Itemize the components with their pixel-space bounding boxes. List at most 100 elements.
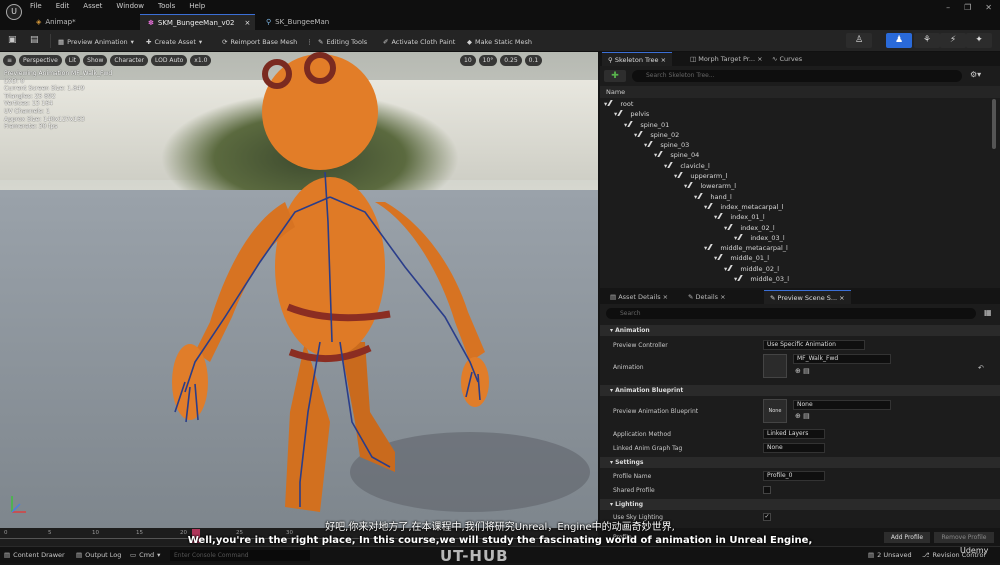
tab-skeleton-tree[interactable]: ⚲ Skeleton Tree × <box>602 52 673 66</box>
bone-row[interactable]: ▾ hand_l <box>604 192 994 202</box>
bone-name: index_01_l <box>730 213 765 222</box>
use-selected-icon[interactable]: ⊕ ▤ <box>795 412 810 420</box>
preview-animation-button[interactable]: ▦ Preview Animation ▾ <box>58 35 134 48</box>
unsaved-button[interactable]: ▤ 2 Unsaved <box>868 551 912 559</box>
save-icon[interactable]: ▣ <box>8 35 17 45</box>
bone-row[interactable]: ▾ middle_02_l <box>604 264 994 274</box>
maximize-icon[interactable]: ❐ <box>964 3 971 12</box>
bone-row[interactable]: ▾ spine_01 <box>604 120 994 130</box>
details-search-input[interactable]: Search <box>606 308 976 319</box>
animation-thumbnail[interactable] <box>763 354 787 378</box>
preview-viewport[interactable]: ≡ Perspective Lit Show Character LOD Aut… <box>0 52 598 528</box>
menu-file[interactable]: File <box>30 2 42 10</box>
gear-icon[interactable]: ⚙▾ <box>970 70 981 79</box>
blueprint-thumbnail[interactable]: None <box>763 399 787 423</box>
physics-mode-button[interactable]: ✦ <box>966 33 992 48</box>
create-icon: ✚ <box>146 37 152 46</box>
bone-row[interactable]: ▾ upperarm_l <box>604 171 994 181</box>
camera-speed-button[interactable]: 0.1 <box>524 55 543 66</box>
tab-skm-bungeeman[interactable]: ✽ SKM_BungeeMan_v02 × <box>140 14 255 30</box>
menu-help[interactable]: Help <box>189 2 205 10</box>
menu-tools[interactable]: Tools <box>158 2 175 10</box>
search-placeholder: Search <box>620 310 641 317</box>
make-static-mesh-button[interactable]: ◆ Make Static Mesh <box>467 35 532 48</box>
reset-arrow-icon[interactable]: ↶ <box>978 364 984 372</box>
close-window-icon[interactable]: ✕ <box>985 3 992 12</box>
output-log-button[interactable]: ▤ Output Log <box>76 551 121 559</box>
minimize-icon[interactable]: – <box>946 3 950 12</box>
bone-row[interactable]: ▾ index_03_l <box>604 233 994 243</box>
scrollbar[interactable] <box>992 99 996 149</box>
profile-name-field[interactable]: Profile_0 <box>763 471 825 481</box>
use-selected-icon[interactable]: ⊕ ▤ <box>795 367 810 375</box>
category-lighting[interactable]: ▾ Lighting <box>600 499 1000 510</box>
tab-asset-details[interactable]: ▤ Asset Details × <box>604 290 674 304</box>
menu-window[interactable]: Window <box>116 2 144 10</box>
mesh-mode-button[interactable]: ♟ <box>886 33 912 48</box>
rotation-snap-button[interactable]: 10° <box>478 55 498 66</box>
perspective-button[interactable]: Perspective <box>19 55 62 66</box>
blueprint-mode-button[interactable]: ⚡ <box>940 33 966 48</box>
bone-row[interactable]: ▾ root <box>604 99 994 109</box>
cmd-dropdown[interactable]: ▭ Cmd ▾ <box>130 551 160 559</box>
tab-label: SKM_BungeeMan_v02 <box>157 18 235 27</box>
tab-details[interactable]: ✎ Details × <box>682 290 732 304</box>
shared-profile-checkbox[interactable] <box>763 486 771 494</box>
lod-button[interactable]: LOD Auto <box>150 55 188 66</box>
bone-row[interactable]: ▾ index_02_l <box>604 223 994 233</box>
bone-row[interactable]: ▾ lowerarm_l <box>604 181 994 191</box>
bone-row[interactable]: ▾ pelvis <box>604 109 994 119</box>
viewport-menu-button[interactable]: ≡ <box>3 55 17 66</box>
profile-name-label: Profile Name <box>613 473 652 480</box>
playback-speed-button[interactable]: x1.0 <box>190 55 212 66</box>
application-method-dropdown[interactable]: Linked Layers <box>763 429 825 439</box>
unreal-logo-icon[interactable]: U <box>6 4 22 20</box>
character-button[interactable]: Character <box>110 55 148 66</box>
bone-row[interactable]: ▾ middle_metacarpal_l <box>604 243 994 253</box>
category-animation[interactable]: ▾ Animation <box>600 325 1000 336</box>
activate-cloth-paint-button[interactable]: ✐ Activate Cloth Paint <box>383 35 455 48</box>
category-animation-blueprint[interactable]: ▾ Animation Blueprint <box>600 385 1000 396</box>
create-asset-button[interactable]: ✚ Create Asset ▾ <box>146 35 202 48</box>
bone-row[interactable]: ▾ middle_03_l <box>604 274 994 284</box>
grid-snap-button[interactable]: 10 <box>460 55 476 66</box>
reimport-base-mesh-button[interactable]: ⟳ Reimport Base Mesh ⋮ <box>222 35 313 48</box>
field-value: None <box>767 444 783 451</box>
tab-animap[interactable]: ◈ Animap* <box>28 14 138 30</box>
tab-curves[interactable]: ∿ Curves <box>766 52 808 66</box>
bone-row[interactable]: ▾ middle_01_l <box>604 253 994 263</box>
mesh-icon: ◆ <box>467 37 472 46</box>
close-icon[interactable]: × <box>245 19 251 27</box>
animation-asset-picker[interactable]: MF_Walk_Fwd <box>793 354 891 364</box>
linked-tag-field[interactable]: None <box>763 443 825 453</box>
preview-controller-dropdown[interactable]: Use Specific Animation <box>763 340 865 350</box>
bone-row[interactable]: ▾ spine_03 <box>604 140 994 150</box>
menu-edit[interactable]: Edit <box>56 2 70 10</box>
preview-blueprint-picker[interactable]: None <box>793 400 891 410</box>
bone-row[interactable]: ▾ index_metacarpal_l <box>604 202 994 212</box>
subtitle-chinese: 好吧,你来对地方了,在本课程中,我们将研究Unreal，Engine中的动画奇妙… <box>325 522 675 533</box>
name-column-header[interactable]: Name <box>600 86 1000 98</box>
bone-row[interactable]: ▾ spine_02 <box>604 130 994 140</box>
browse-icon[interactable]: ▤ <box>30 35 39 45</box>
console-input[interactable]: Enter Console Command <box>170 550 310 561</box>
animation-mode-button[interactable]: ⚘ <box>914 33 940 48</box>
menu-asset[interactable]: Asset <box>83 2 102 10</box>
bone-row[interactable]: ▾ spine_04 <box>604 150 994 160</box>
content-drawer-button[interactable]: ▤ Content Drawer <box>4 551 65 559</box>
tab-morph-target[interactable]: ◫ Morph Target Pr... × <box>684 52 769 66</box>
show-button[interactable]: Show <box>83 55 108 66</box>
bone-name: spine_02 <box>650 130 680 139</box>
bone-row[interactable]: ▾ clavicle_l <box>604 161 994 171</box>
lit-button[interactable]: Lit <box>64 55 81 66</box>
bone-row[interactable]: ▾ index_01_l <box>604 212 994 222</box>
skeleton-search-input[interactable]: Search Skeleton Tree... <box>632 70 962 82</box>
tab-preview-scene[interactable]: ✎ Preview Scene S... × <box>764 290 851 304</box>
category-settings[interactable]: ▾ Settings <box>600 457 1000 468</box>
skeleton-mode-button[interactable]: ♙ <box>846 33 872 48</box>
grid-view-icon[interactable]: ▦ <box>984 308 992 317</box>
tab-sk-bungeeman[interactable]: ⚲ SK_BungeeMan <box>258 14 358 30</box>
add-socket-button[interactable]: ✚ <box>604 70 626 82</box>
scale-snap-button[interactable]: 0.25 <box>500 55 522 66</box>
editing-tools-button[interactable]: ✎ Editing Tools <box>318 35 367 48</box>
